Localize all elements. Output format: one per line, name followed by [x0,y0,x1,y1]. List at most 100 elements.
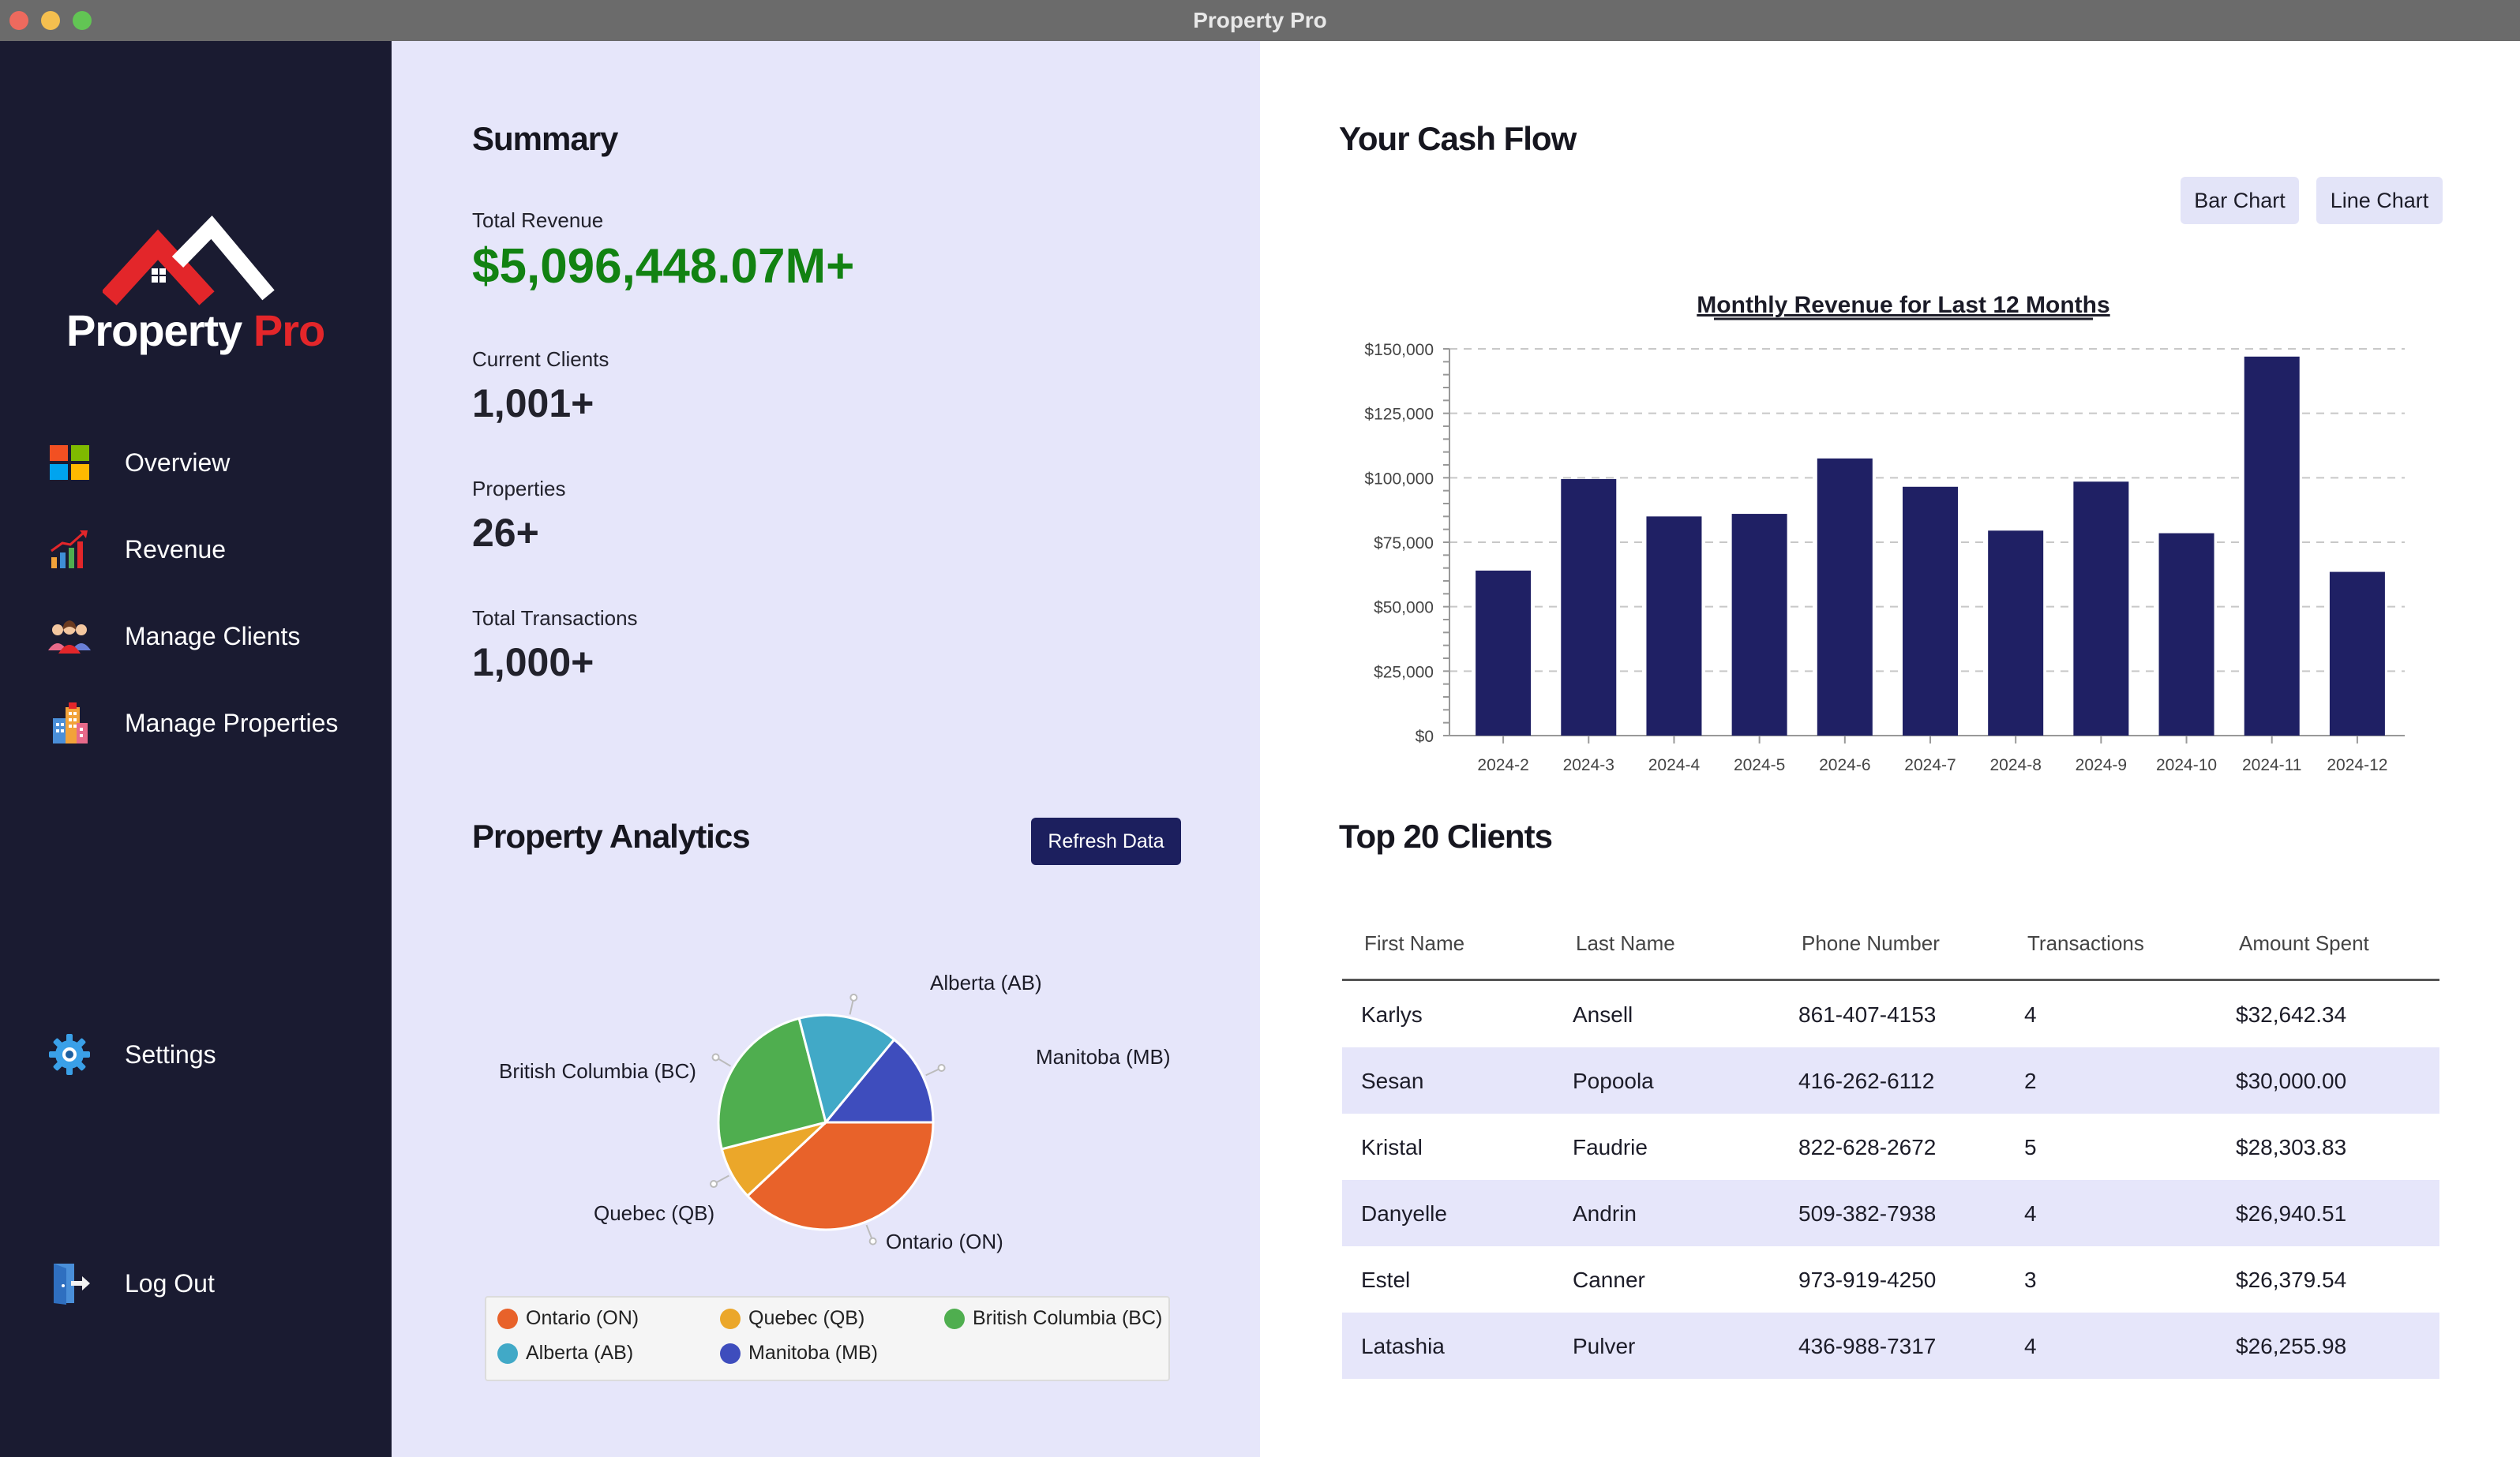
pie-leader-dot [849,993,858,1002]
table-body: Karlys Ansell 861-407-4153 4 $32,642.34 Sesan… [1342,981,2439,1379]
buildings-icon [47,701,92,745]
x-tick-label: 2024-8 [1989,756,2041,774]
phone-number-cell: 416-262-6112 [1798,1069,1935,1093]
logout-label: Log Out [125,1268,215,1298]
first-name-cell: Sesan [1361,1069,1424,1093]
transactions-cell: 5 [2024,1135,2037,1159]
bar-2024-10 [2158,533,2214,736]
revenue-bar-chart: Monthly Revenue for Last 12 Months $0 $25,… [1323,238,2428,791]
sidebar-item-revenue[interactable]: Revenue [47,518,379,581]
current-clients-value: 1,001+ [472,381,594,425]
legend-label: Manitoba (MB) [748,1342,878,1364]
house-roof-icon [103,215,275,305]
column-header-first-name[interactable]: First Name [1364,931,1464,956]
last-name-cell: Andrin [1573,1201,1637,1226]
pie-leader-dot [868,1237,877,1245]
pie-label-quebec: Quebec (QB) [594,1201,715,1225]
column-header-phone-number[interactable]: Phone Number [1802,931,1940,956]
sidebar-item-label: Revenue [125,534,227,564]
table-row[interactable]: Estel Canner 973-919-4250 3 $26,379.54 [1342,1246,2439,1313]
sidebar-item-logout[interactable]: Log Out [47,1252,379,1315]
total-transactions-value: 1,000+ [472,640,594,684]
x-tick-label: 2024-11 [2242,756,2302,774]
table-row[interactable]: Kristal Faudrie 822-628-2672 5 $28,303.83 [1342,1114,2439,1180]
last-name-cell: Ansell [1573,1002,1633,1027]
logo-wordmark: Property Pro [66,305,325,356]
x-tick-label: 2024-9 [2076,756,2127,774]
logout-door-icon [47,1261,92,1305]
legend-swatch [720,1343,741,1364]
sidebar-item-overview[interactable]: Overview [47,431,379,494]
transactions-cell: 2 [2024,1069,2037,1093]
legend-swatch [497,1308,518,1329]
y-tick-label: $25,000 [1374,663,1434,681]
property-analytics-title: Property Analytics [472,818,751,855]
column-header-amount-spent[interactable]: Amount Spent [2239,931,2369,956]
bar-2024-7 [1903,486,1958,736]
growth-chart-icon [47,527,92,571]
pie-label-british-columbia: British Columbia (BC) [499,1059,696,1083]
bar-2024-9 [2073,481,2129,736]
amount-spent-cell: $30,000.00 [2236,1069,2347,1093]
x-tick-label: 2024-4 [1648,756,1701,774]
last-name-cell: Canner [1573,1268,1645,1292]
table-row[interactable]: Sesan Popoola 416-262-6112 2 $30,000.00 [1342,1047,2439,1114]
first-name-cell: Estel [1361,1268,1411,1292]
phone-number-cell: 822-628-2672 [1798,1135,1937,1159]
summary-title: Summary [472,120,618,157]
transactions-cell: 3 [2024,1268,2037,1292]
cash-flow-title: Your Cash Flow [1339,120,1577,157]
legend-item-british-columbia: British Columbia (BC) [944,1307,1162,1330]
sidebar-item-manage-clients[interactable]: Manage Clients [47,605,379,668]
total-revenue-value: $5,096,448.07M+ [472,239,855,294]
settings-label: Settings [125,1039,216,1069]
y-tick-label: $0 [1416,728,1434,746]
refresh-data-button[interactable]: Refresh Data [1031,818,1181,865]
bar-2024-5 [1731,514,1787,736]
legend-swatch [720,1308,741,1329]
window-title: Property Pro [1193,8,1327,32]
line-chart-button[interactable]: Line Chart [2316,177,2443,224]
logo-text-property: Property [66,305,242,355]
x-tick-label: 2024-12 [2327,756,2387,774]
legend-swatch [497,1343,518,1364]
people-icon [47,614,92,658]
y-tick-label: $50,000 [1374,599,1434,617]
total-revenue-label: Total Revenue [472,208,604,232]
pie-leader-dot [937,1064,946,1073]
legend-label: Ontario (ON) [526,1307,639,1329]
sidebar-item-manage-properties[interactable]: Manage Properties [47,691,379,755]
cash-flow-panel: Your Cash Flow Bar Chart Line Chart Mont… [1260,41,2520,1457]
last-name-cell: Popoola [1573,1069,1654,1093]
legend-item-ontario: Ontario (ON) [497,1307,639,1330]
logo-text-pro: Pro [253,305,325,355]
table-row[interactable]: Karlys Ansell 861-407-4153 4 $32,642.34 [1342,981,2439,1047]
amount-spent-cell: $32,642.34 [2236,1002,2347,1027]
sidebar-item-label: Manage Properties [125,708,339,737]
app-logo: Property Pro [63,207,325,365]
bar-chart-button[interactable]: Bar Chart [2181,177,2299,224]
table-row[interactable]: Danyelle Andrin 509-382-7938 4 $26,940.51 [1342,1180,2439,1246]
legend-swatch [944,1308,965,1329]
transactions-cell: 4 [2024,1334,2037,1358]
bar-2024-3 [1561,478,1617,736]
legend-item-alberta: Alberta (AB) [497,1342,633,1365]
chart-title: Monthly Revenue for Last 12 Months [1697,292,2109,318]
pie-legend: Ontario (ON) Quebec (QB) British Columbi… [485,1296,1170,1381]
x-tick-label: 2024-6 [1819,756,1870,774]
last-name-cell: Pulver [1573,1334,1636,1358]
first-name-cell: Danyelle [1361,1201,1447,1226]
phone-number-cell: 861-407-4153 [1798,1002,1937,1027]
total-transactions-label: Total Transactions [472,606,638,630]
table-row[interactable]: Latashia Pulver 436-988-7317 4 $26,255.98 [1342,1313,2439,1379]
legend-label: British Columbia (BC) [973,1307,1163,1329]
column-header-last-name[interactable]: Last Name [1576,931,1675,956]
properties-value: 26+ [472,511,539,555]
table-header: First Name Last Name Phone Number Transa… [1342,909,2439,981]
y-tick-label: $125,000 [1364,406,1434,424]
x-tick-label: 2024-10 [2156,756,2217,774]
sidebar-item-label: Manage Clients [125,621,301,650]
column-header-transactions[interactable]: Transactions [2027,931,2144,956]
transactions-cell: 4 [2024,1002,2037,1027]
sidebar-item-settings[interactable]: Settings [47,1023,379,1086]
